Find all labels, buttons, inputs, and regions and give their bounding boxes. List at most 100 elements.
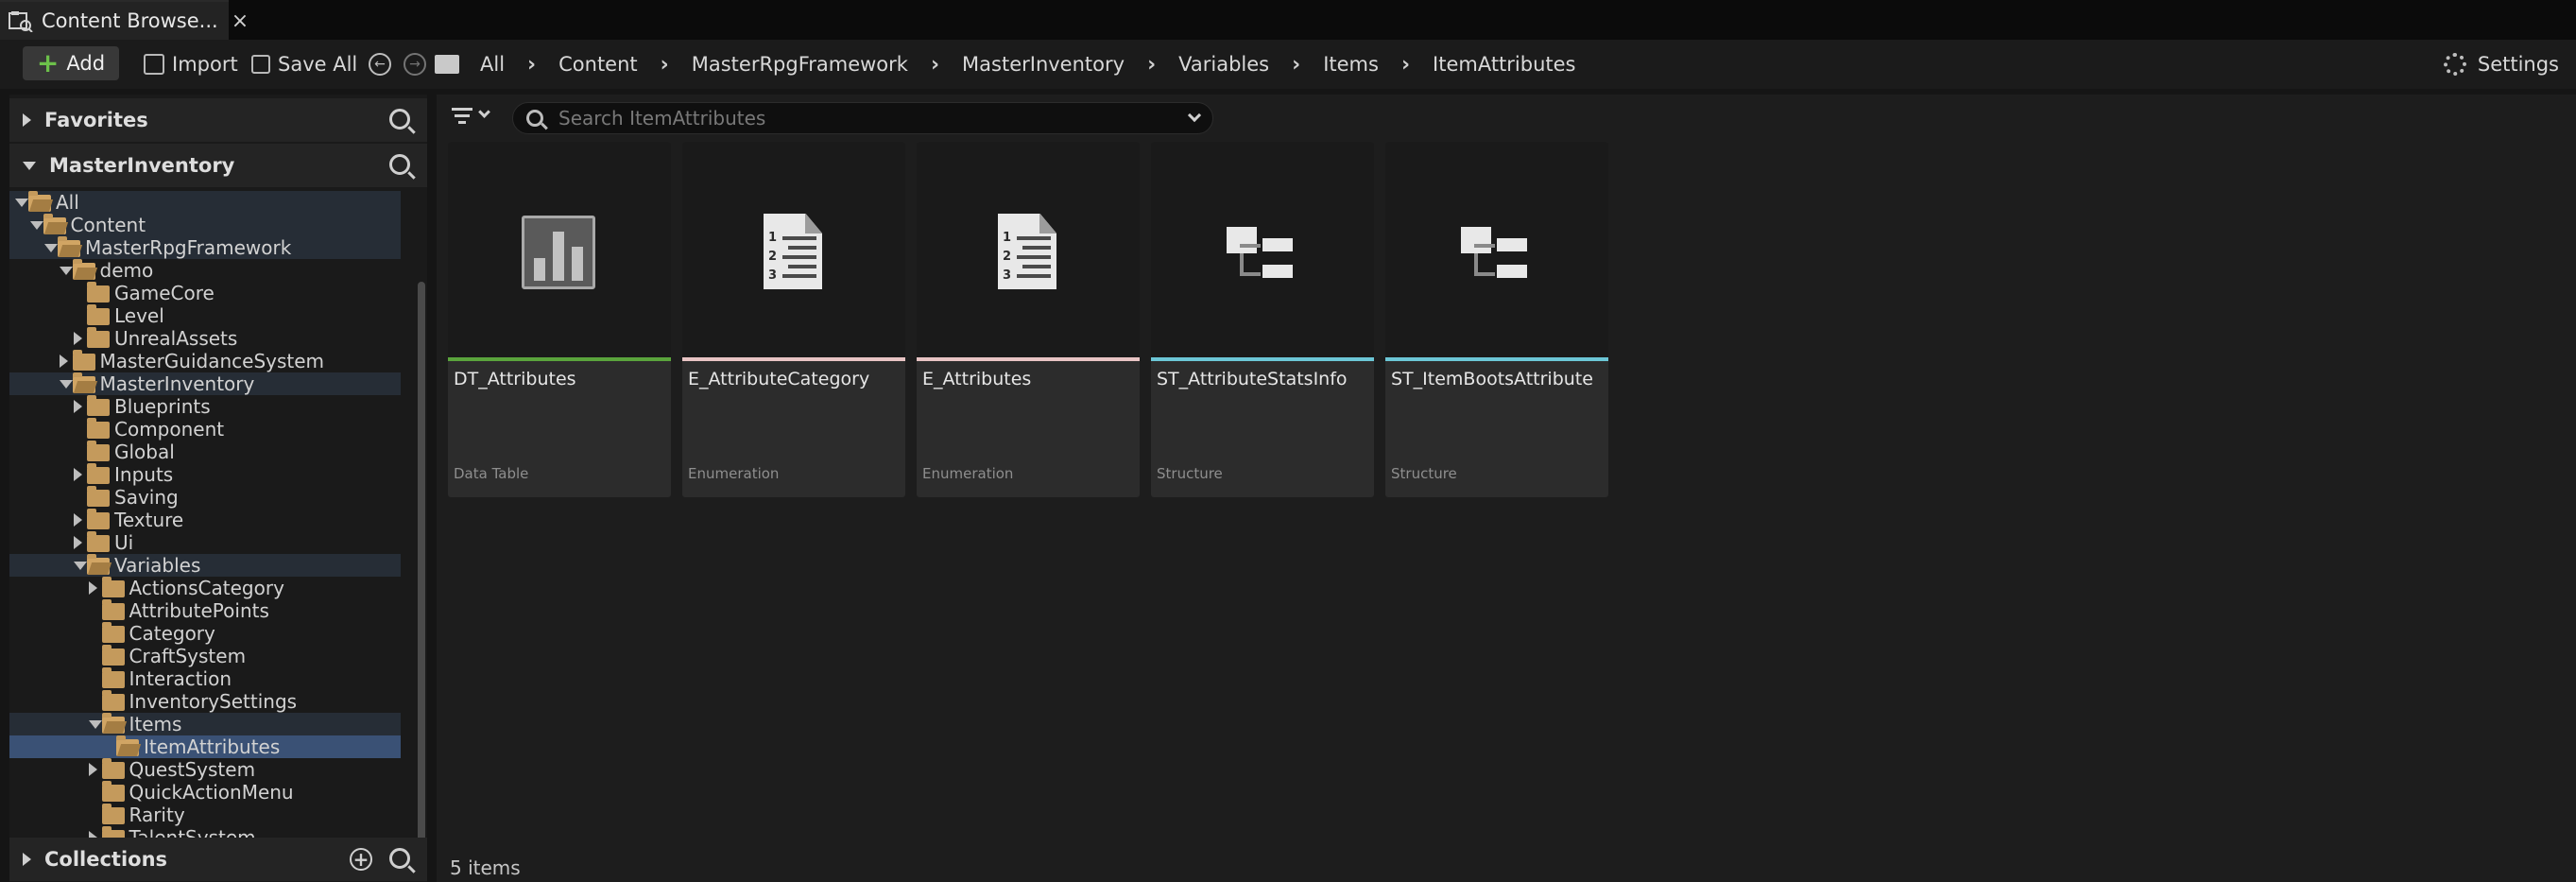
collections-header[interactable]: Collections + [9, 838, 427, 881]
asset-type: Enumeration [922, 465, 1014, 482]
chevron-right-icon[interactable]: › [527, 53, 536, 77]
chevron-down-icon[interactable] [59, 380, 73, 389]
chevron-down-icon[interactable] [29, 221, 43, 230]
asset-tile[interactable]: ST_ItemBootsAttribute Structure [1385, 142, 1608, 497]
tree-item[interactable]: ItemAttributes [9, 735, 401, 758]
tree-item[interactable]: Saving [9, 486, 401, 509]
tree-item[interactable]: MasterInventory [9, 372, 401, 395]
tree-scrollbar[interactable] [418, 282, 425, 847]
tree-item[interactable]: Global [9, 441, 401, 463]
search-icon[interactable] [389, 154, 410, 175]
asset-type-color-bar [1385, 357, 1608, 361]
asset-tile[interactable]: ST_AttributeStatsInfo Structure [1151, 142, 1374, 497]
chevron-down-icon[interactable] [59, 267, 73, 275]
chevron-right-icon[interactable]: › [1401, 53, 1410, 77]
enumeration-icon: 1 2 3 [764, 214, 822, 289]
history-forward-icon[interactable]: → [404, 53, 426, 76]
tree-item[interactable]: All [9, 191, 401, 214]
tree-item[interactable]: TalentSystem [9, 826, 401, 838]
tree-item[interactable]: QuickActionMenu [9, 781, 401, 804]
asset-type-color-bar [448, 357, 671, 361]
chevron-down-icon[interactable] [74, 562, 87, 570]
tree-item-label: InventorySettings [129, 690, 298, 713]
chevron-right-icon[interactable]: › [931, 53, 939, 77]
asset-tile[interactable]: 1 2 3 E_Attributes Enumeration [917, 142, 1140, 497]
collapse-arrow-icon[interactable] [23, 161, 36, 170]
tree-item[interactable]: MasterRpgFramework [9, 236, 401, 259]
tree-item-label: Category [129, 622, 215, 645]
tree-item[interactable]: demo [9, 259, 401, 282]
import-icon [144, 54, 164, 75]
add-button[interactable]: + Add [23, 46, 119, 80]
tree-item[interactable]: UnrealAssets [9, 327, 401, 350]
folder-icon [87, 554, 110, 575]
tree-item[interactable]: MasterGuidanceSystem [9, 350, 401, 372]
tree-item[interactable]: ActionsCategory [9, 577, 401, 599]
breadcrumb-all[interactable]: All [480, 53, 505, 76]
chevron-right-icon[interactable] [74, 332, 82, 345]
chevron-down-icon[interactable] [15, 199, 28, 207]
asset-tile[interactable]: 1 2 3 E_AttributeCategory Enumeration [682, 142, 905, 497]
tree-item[interactable]: Texture [9, 509, 401, 531]
chevron-right-icon[interactable] [88, 581, 97, 595]
chevron-right-icon[interactable]: › [661, 53, 669, 77]
asset-name: ST_ItemBootsAttribute [1391, 369, 1593, 389]
tree-item[interactable]: AttributePoints [9, 599, 401, 622]
folder-icon [101, 781, 125, 802]
folder-icon [101, 690, 125, 711]
breadcrumb-variables[interactable]: Variables [1178, 53, 1269, 76]
tree-item[interactable]: InventorySettings [9, 690, 401, 713]
folder-icon [435, 55, 459, 74]
tree-item[interactable]: Items [9, 713, 401, 735]
tree-item[interactable]: Level [9, 304, 401, 327]
settings-button[interactable]: Settings [2443, 49, 2559, 79]
add-collection-icon[interactable]: + [350, 848, 372, 871]
tab-title: Content Browse... [42, 9, 218, 32]
import-button[interactable]: Import [144, 49, 238, 79]
tree-item[interactable]: Rarity [9, 804, 401, 826]
tree-item[interactable]: Component [9, 418, 401, 441]
tree-item[interactable]: Ui [9, 531, 401, 554]
tree-item[interactable]: Variables [9, 554, 401, 577]
chevron-down-icon[interactable] [1187, 108, 1202, 123]
tab-content-browser[interactable]: Content Browse... × [0, 0, 249, 40]
chevron-right-icon[interactable] [74, 513, 82, 527]
expand-arrow-icon[interactable] [23, 113, 31, 127]
tree-item[interactable]: Category [9, 622, 401, 645]
search-icon[interactable] [389, 848, 410, 869]
chevron-down-icon[interactable] [44, 244, 58, 252]
expand-arrow-icon[interactable] [23, 853, 31, 866]
breadcrumb-masterrpgframework[interactable]: MasterRpgFramework [692, 53, 908, 76]
chevron-right-icon[interactable]: › [1147, 53, 1156, 77]
favorites-header[interactable]: Favorites [9, 98, 427, 142]
folder-icon [87, 441, 110, 461]
breadcrumb-content[interactable]: Content [558, 53, 638, 76]
source-tree-header[interactable]: MasterInventory [9, 144, 427, 187]
chevron-down-icon[interactable] [88, 720, 102, 729]
filter-button[interactable] [452, 106, 493, 129]
chevron-right-icon[interactable] [88, 831, 97, 838]
history-back-icon[interactable]: ← [369, 53, 391, 76]
tree-item[interactable]: Interaction [9, 667, 401, 690]
tree-item[interactable]: CraftSystem [9, 645, 401, 667]
chevron-right-icon[interactable] [59, 355, 68, 368]
breadcrumb-items[interactable]: Items [1323, 53, 1379, 76]
asset-tile[interactable]: DT_Attributes Data Table [448, 142, 671, 497]
tree-item[interactable]: Content [9, 214, 401, 236]
close-icon[interactable]: × [232, 9, 249, 33]
tree-item[interactable]: GameCore [9, 282, 401, 304]
chevron-right-icon[interactable] [74, 400, 82, 413]
tree-item[interactable]: Blueprints [9, 395, 401, 418]
chevron-right-icon[interactable] [74, 468, 82, 481]
asset-type: Enumeration [688, 465, 780, 482]
search-input[interactable] [558, 103, 1163, 133]
search-icon[interactable] [389, 109, 410, 130]
chevron-right-icon[interactable] [74, 536, 82, 549]
tree-item[interactable]: Inputs [9, 463, 401, 486]
save-all-button[interactable]: Save All [251, 49, 357, 79]
tree-item[interactable]: QuestSystem [9, 758, 401, 781]
chevron-right-icon[interactable]: › [1292, 53, 1300, 77]
chevron-right-icon[interactable] [88, 763, 97, 776]
breadcrumb-masterinventory[interactable]: MasterInventory [962, 53, 1125, 76]
breadcrumb-itemattributes[interactable]: ItemAttributes [1433, 53, 1575, 76]
